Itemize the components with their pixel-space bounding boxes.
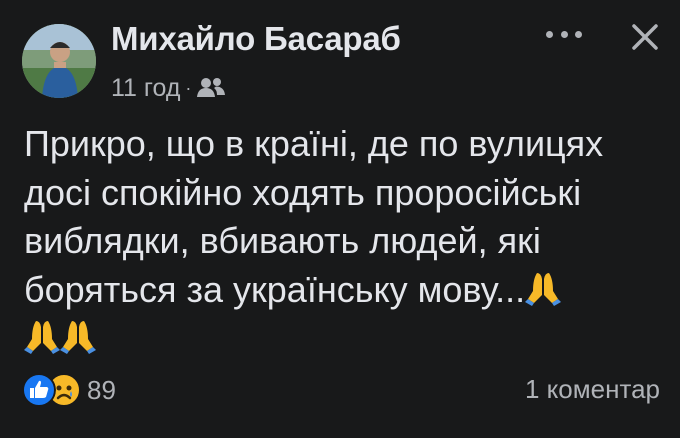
meta-separator: ·: [185, 77, 192, 98]
more-dot: [560, 30, 568, 38]
post-body: Прикро, що в країні, де по вулицях досі …: [24, 120, 664, 363]
author-name[interactable]: Михайло Басараб: [111, 20, 401, 58]
friends-icon: [197, 78, 226, 97]
post-meta: 11 год ·: [111, 70, 226, 106]
post-text: Прикро, що в країні, де по вулицях досі …: [24, 123, 604, 310]
reactions-summary[interactable]: 89: [22, 372, 116, 408]
like-icon: [22, 373, 56, 407]
more-dot: [575, 30, 582, 38]
close-icon[interactable]: [628, 20, 662, 54]
folded-hands-icon: [525, 272, 562, 306]
folded-hands-icon: [60, 321, 96, 354]
more-icon[interactable]: [546, 26, 582, 42]
comments-count[interactable]: 1 коментар: [525, 374, 660, 405]
post-time[interactable]: 11 год: [111, 74, 180, 103]
avatar-photo: [22, 24, 96, 98]
avatar[interactable]: [22, 24, 96, 98]
folded-hands-icon: [24, 321, 60, 354]
more-dot: [546, 30, 553, 38]
reaction-count: 89: [87, 374, 116, 405]
